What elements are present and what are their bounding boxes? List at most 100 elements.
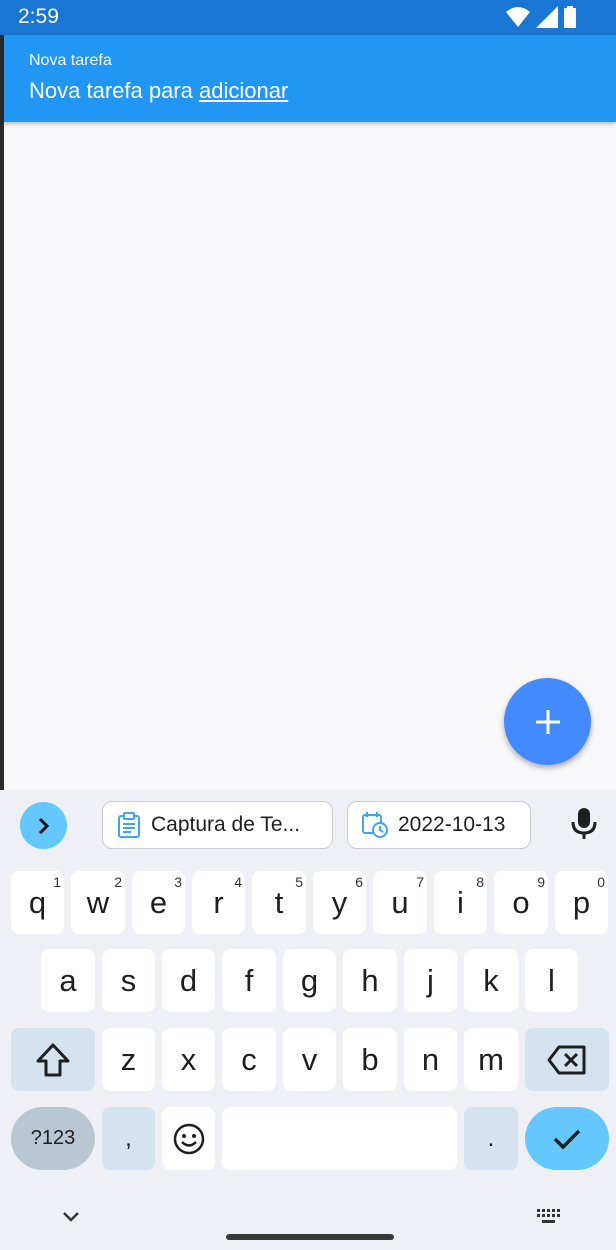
symbols-key[interactable]: ?123 [11, 1107, 95, 1170]
app-screen: Nova tarefa Nova tarefa para adicionar [4, 35, 616, 790]
key-char: h [361, 962, 379, 998]
key-char: u [391, 884, 409, 920]
add-link[interactable]: adicionar [199, 78, 288, 103]
key-d[interactable]: d [162, 949, 215, 1012]
key-char: g [300, 962, 319, 998]
key-c[interactable]: c [222, 1028, 276, 1091]
key-s[interactable]: s [102, 949, 155, 1012]
key-hint: 2 [114, 874, 122, 890]
suggestion-label: Captura de Te... [151, 813, 301, 836]
key-r[interactable]: r4 [192, 871, 245, 934]
key-p[interactable]: p0 [555, 871, 608, 934]
microphone-icon[interactable] [570, 808, 598, 840]
app-bar: Nova tarefa Nova tarefa para adicionar [4, 35, 616, 122]
key-e[interactable]: e3 [132, 871, 185, 934]
shift-key[interactable] [11, 1028, 95, 1091]
appbar-subtitle: Nova tarefa [29, 52, 112, 69]
status-bar: 2:59 [0, 0, 616, 35]
suggestion-chip-date[interactable]: 2022-10-13 [347, 801, 531, 849]
clipboard-icon [118, 812, 140, 838]
key-hint: 9 [537, 874, 545, 890]
backspace-icon [547, 1045, 586, 1074]
key-hint: 1 [53, 874, 61, 890]
chevron-right-icon [38, 817, 49, 834]
key-char: o [512, 884, 530, 920]
expand-toolbar-button[interactable] [20, 802, 67, 849]
keyboard-nav-row [0, 1190, 616, 1250]
key-char: y [331, 884, 348, 920]
suggestion-chip-clipboard[interactable]: Captura de Te... [102, 801, 333, 849]
emoji-icon [173, 1123, 204, 1154]
suggestion-label: 2022-10-13 [398, 813, 506, 836]
key-j[interactable]: j [404, 949, 457, 1012]
comma-key[interactable]: , [102, 1107, 155, 1170]
add-task-button[interactable] [504, 678, 591, 765]
key-char: p [572, 884, 591, 920]
key-w[interactable]: w2 [71, 871, 125, 934]
key-i[interactable]: i8 [434, 871, 487, 934]
chevron-down-icon[interactable] [62, 1211, 80, 1223]
key-char: d [179, 962, 198, 998]
key-hint: 8 [476, 874, 484, 890]
home-indicator[interactable] [226, 1234, 394, 1240]
key-x[interactable]: x [162, 1028, 215, 1091]
key-char: z [120, 1041, 137, 1077]
key-char: q [28, 884, 47, 920]
battery-icon [564, 6, 576, 28]
key-char: n [421, 1041, 440, 1077]
key-char: e [149, 884, 168, 920]
shift-icon [36, 1043, 70, 1076]
space-key[interactable] [222, 1107, 457, 1170]
key-char: c [241, 1041, 257, 1077]
calendar-clock-icon [362, 812, 388, 838]
key-char: b [361, 1041, 379, 1077]
key-g[interactable]: g [283, 949, 336, 1012]
key-char: w [86, 884, 110, 920]
key-t[interactable]: t5 [252, 871, 306, 934]
key-hint: 3 [174, 874, 182, 890]
status-time: 2:59 [18, 5, 59, 28]
key-y[interactable]: y6 [313, 871, 366, 934]
plus-icon [535, 709, 560, 734]
key-char: s [120, 962, 137, 998]
key-hint: 4 [234, 874, 242, 890]
period-key[interactable]: . [464, 1107, 518, 1170]
backspace-key[interactable] [525, 1028, 609, 1091]
key-k[interactable]: k [464, 949, 518, 1012]
done-key[interactable] [525, 1107, 609, 1170]
key-char: t [274, 884, 284, 920]
key-q[interactable]: q1 [11, 871, 64, 934]
key-char: f [244, 962, 254, 998]
key-hint: 5 [295, 874, 303, 890]
key-f[interactable]: f [222, 949, 276, 1012]
key-hint: 0 [597, 874, 605, 890]
appbar-title: Nova tarefa para adicionar [29, 78, 288, 104]
key-char: r [213, 884, 224, 920]
key-char: ?123 [30, 1127, 76, 1149]
key-char: x [180, 1041, 197, 1077]
key-b[interactable]: b [343, 1028, 397, 1091]
key-char: . [487, 1124, 495, 1152]
key-char: a [59, 962, 77, 998]
key-v[interactable]: v [283, 1028, 336, 1091]
key-m[interactable]: m [464, 1028, 518, 1091]
wifi-icon [506, 7, 530, 27]
key-hint: 6 [355, 874, 363, 890]
key-char: k [483, 962, 499, 998]
key-u[interactable]: u7 [373, 871, 427, 934]
key-hint: 7 [416, 874, 424, 890]
key-char: m [478, 1041, 504, 1077]
key-o[interactable]: o9 [494, 871, 548, 934]
key-h[interactable]: h [343, 949, 397, 1012]
appbar-title-prefix: Nova tarefa para [29, 78, 199, 103]
emoji-key[interactable] [162, 1107, 215, 1170]
check-icon [553, 1129, 581, 1149]
key-l[interactable]: l [525, 949, 578, 1012]
key-char: , [125, 1124, 132, 1152]
key-n[interactable]: n [404, 1028, 457, 1091]
keyboard-switch-icon[interactable] [537, 1209, 563, 1225]
key-z[interactable]: z [102, 1028, 155, 1091]
suggestion-row: Captura de Te... 2022-10-13 [0, 790, 616, 860]
key-a[interactable]: a [41, 949, 95, 1012]
key-char: v [301, 1041, 318, 1077]
